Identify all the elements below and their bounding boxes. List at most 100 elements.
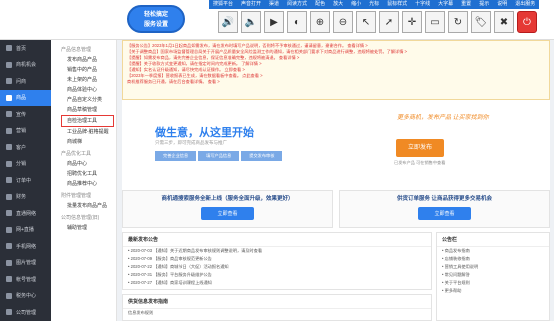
toolbar-menu-item[interactable]: 声音打开: [237, 0, 266, 9]
tip-icon: 🏷: [474, 16, 488, 28]
bulletin-link[interactable]: • 营销工具使用说明: [437, 263, 549, 271]
read-button[interactable]: ▶: [264, 11, 284, 33]
sound-off-button[interactable]: 🔈: [241, 11, 261, 33]
submenu-item[interactable]: 未上架的产品: [51, 75, 116, 85]
toolbar-menu-item[interactable]: 搜狐平台: [209, 0, 238, 9]
sidebar-item-label: 营销: [16, 128, 27, 135]
sidebar-item-label: 图片管理: [16, 260, 37, 267]
sidebar-item[interactable]: 图片管理: [0, 255, 51, 272]
submenu-item[interactable]: 工业品牌-脏格提醒: [51, 127, 116, 137]
news-text: 【通知】商城节日（大促）活动报名通知: [153, 264, 229, 269]
app-window: 轻松搞定 服务设置 搜狐平台 声音打开 渠道 阅读方式 配色 放大 缩小 光标 鼠标样式 十字线大…: [0, 0, 554, 321]
sidebar-item[interactable]: 帐号管理: [0, 271, 51, 288]
bulletin-panel-title: 公告栏: [437, 233, 549, 247]
news-date: • 2020-07-31: [128, 272, 154, 277]
toolbar-menu-item[interactable]: 提示: [475, 0, 494, 9]
bulletin-link[interactable]: • 更多帮助: [437, 287, 549, 295]
toolbar-menu-item[interactable]: 阅读方式: [283, 0, 312, 9]
sidebar-item[interactable]: 商品: [0, 89, 51, 106]
cursor-icon: ↖: [361, 16, 371, 28]
news-row[interactable]: • 2020-07-31 【服务】平台服务升级维护公告: [123, 271, 431, 279]
subtitle-icon: ▭: [430, 16, 440, 28]
submenu-item[interactable]: 产品自定义分类: [51, 95, 116, 105]
sidebar-item-label: 税务中心: [16, 293, 37, 300]
bulletin-link[interactable]: • 常见问题解答: [437, 271, 549, 279]
main-content: 【服务公告】2023年1月1日起商品如需发布，请在发布时填写产品说明，否则将不予…: [122, 40, 550, 321]
sidebar-item-icon: [6, 292, 12, 299]
toolbar-menu-item[interactable]: 光标: [365, 0, 384, 9]
zoom-in-button[interactable]: ⊕: [310, 11, 330, 33]
submenu-item[interactable]: 商城梯: [51, 137, 116, 147]
toolbar-menu-item[interactable]: 十字线: [411, 0, 435, 9]
submenu-item[interactable]: 自检治理工具: [61, 115, 114, 127]
color-icon: ◐: [293, 16, 301, 28]
crosshair-button[interactable]: ✛: [402, 11, 422, 33]
promo-card-button[interactable]: 立即查看: [418, 207, 471, 220]
toolbar-menu-item[interactable]: 配色: [311, 0, 330, 9]
toolbar-menu-item[interactable]: 退出服务: [511, 0, 540, 9]
promo-card-button[interactable]: 立即查看: [201, 207, 254, 220]
bulletin-link[interactable]: • 店铺装修指南: [437, 255, 549, 263]
sound-off-icon: 🔈: [244, 16, 258, 28]
notice-box: 【服务公告】2023年1月1日起商品如需发布，请在发布时填写产品说明，否则将不予…: [122, 40, 550, 100]
sidebar-item[interactable]: 订单中: [0, 172, 51, 189]
toolbar-menu-item[interactable]: 渠道: [265, 0, 284, 9]
sidebar-item[interactable]: 网+直播: [0, 222, 51, 239]
sidebar-item[interactable]: 客户: [0, 139, 51, 156]
submenu-item[interactable]: 批量发布商品产品: [51, 201, 116, 211]
sidebar-item[interactable]: 营销: [0, 123, 51, 140]
sidebar-item[interactable]: 商机机会: [0, 57, 51, 74]
toolbar-menu-item[interactable]: 鼠标样式: [383, 0, 412, 9]
sidebar-item[interactable]: 公司管理: [0, 304, 51, 321]
submenu-item[interactable]: 商品草稿管理: [51, 105, 116, 115]
notice-line[interactable]: 商机推荐服务已开通，请在后台查看详情。 查看 >: [127, 79, 545, 85]
sidebar-item[interactable]: 财务: [0, 189, 51, 206]
sidebar-item[interactable]: 手机网络: [0, 238, 51, 255]
news-row[interactable]: • 2020-07-03 【通知】关于近期商品发布审核规则调整说明，请及时查看: [123, 247, 431, 255]
toolbar-menu-item[interactable]: 重置: [457, 0, 476, 9]
tip-button[interactable]: 🏷: [471, 11, 491, 33]
news-row[interactable]: • 2020-07-22 【通知】商城节日（大促）活动报名通知: [123, 263, 431, 271]
cursor-button[interactable]: ↖: [356, 11, 376, 33]
bulletin-link[interactable]: • 关于平台规则: [437, 279, 549, 287]
submenu-item[interactable]: 商品中心: [51, 159, 116, 169]
submenu-item[interactable]: 辅助管理: [51, 223, 116, 233]
subtitle-button[interactable]: ▭: [425, 11, 445, 33]
toolbar-menu-item[interactable]: 大字幕: [434, 0, 458, 9]
news-row[interactable]: • 2020-07-09 【服务】商品审核规范更新公告: [123, 255, 431, 263]
sidebar-item[interactable]: 问商: [0, 73, 51, 90]
sidebar-item[interactable]: 直通网络: [0, 205, 51, 222]
sidebar-item[interactable]: 分销: [0, 156, 51, 173]
power-button[interactable]: ⏻: [517, 11, 537, 33]
submenu-item[interactable]: 销售中的产品: [51, 65, 116, 75]
sidebar-item-label: 手机网络: [16, 243, 37, 250]
accessibility-toolbar: 轻松搞定 服务设置 搜狐平台 声音打开 渠道 阅读方式 配色 放大 缩小 光标 鼠标样式 十字线大…: [0, 0, 554, 40]
submenu-item[interactable]: 发布商品产品: [51, 55, 116, 65]
publish-button[interactable]: 立即发布: [396, 139, 444, 157]
submenu-item[interactable]: 商品推荐中心: [51, 179, 116, 189]
speaker-icon: 🔊: [221, 16, 235, 28]
sidebar-item-label: 帐号管理: [16, 276, 37, 283]
speaker-button[interactable]: 🔊: [218, 11, 238, 33]
bulletin-link[interactable]: • 商品发布指南: [437, 247, 549, 255]
submenu-item[interactable]: 招聘优化工具: [51, 169, 116, 179]
sidebar-item[interactable]: 宣传: [0, 106, 51, 123]
submenu-item[interactable]: 商品体验中心: [51, 85, 116, 95]
sidebar-item[interactable]: 首页: [0, 40, 51, 57]
cursor-big-button[interactable]: ➚: [379, 11, 399, 33]
toolbar-menu-item[interactable]: 放大: [329, 0, 348, 9]
zoom-out-button[interactable]: ⊖: [333, 11, 353, 33]
news-row[interactable]: • 2020-07-27 【通知】商家培训课程上线通知: [123, 279, 431, 287]
publish-note: 已发布产品 可在销售中查看: [394, 160, 446, 165]
toolbar-brand-badge[interactable]: 轻松搞定 服务设置: [127, 5, 185, 33]
news-text: 【服务】平台服务升级维护公告: [153, 272, 212, 277]
banner-step: 填写产品信息: [198, 151, 240, 161]
sidebar-item[interactable]: 税务中心: [0, 288, 51, 305]
help-button[interactable]: ✖: [494, 11, 514, 33]
toolbar-menu-item[interactable]: 缩小: [347, 0, 366, 9]
color-button[interactable]: ◐: [287, 11, 307, 33]
submenu-heading: 产品优化工具: [61, 151, 92, 157]
news-text: 【通知】商家培训课程上线通知: [153, 280, 212, 285]
toolbar-menu-item[interactable]: 说明: [493, 0, 512, 9]
reset-button[interactable]: ↻: [448, 11, 468, 33]
